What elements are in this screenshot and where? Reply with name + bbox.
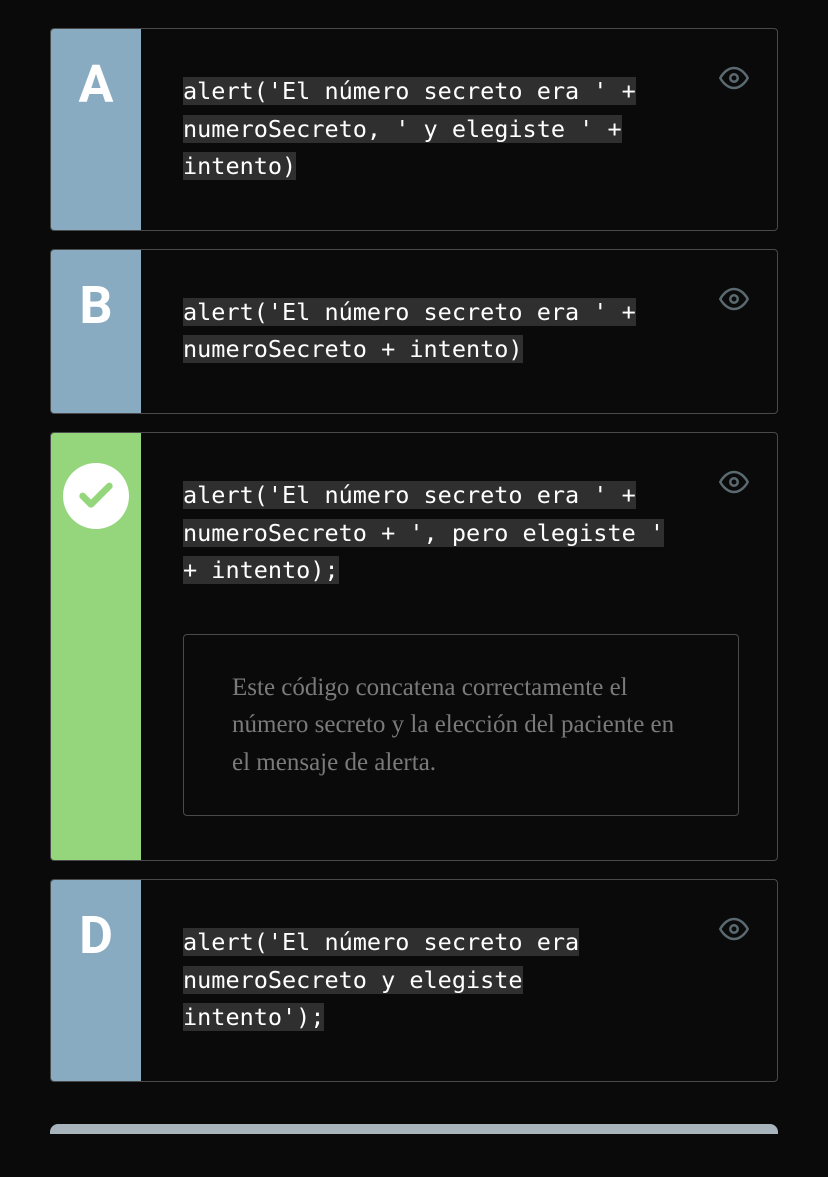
answer-badge-d: D	[51, 880, 141, 1081]
answer-code-d: alert('El número secreto era numeroSecre…	[183, 924, 673, 1037]
badge-letter: A	[79, 59, 114, 111]
answer-code-a: alert('El número secreto era ' + numeroS…	[183, 73, 673, 186]
eye-icon[interactable]	[719, 914, 749, 948]
answer-card-c[interactable]: alert('El número secreto era ' + numeroS…	[50, 432, 778, 861]
answer-content-b: alert('El número secreto era ' + numeroS…	[141, 250, 777, 413]
bottom-bar[interactable]	[50, 1124, 778, 1134]
answer-content-a: alert('El número secreto era ' + numeroS…	[141, 29, 777, 230]
eye-icon[interactable]	[719, 63, 749, 97]
answer-badge-c-correct	[51, 433, 141, 860]
badge-letter: B	[79, 280, 112, 332]
badge-letter: D	[79, 910, 113, 962]
eye-icon[interactable]	[719, 467, 749, 501]
answer-content-d: alert('El número secreto era numeroSecre…	[141, 880, 777, 1081]
eye-icon[interactable]	[719, 284, 749, 318]
answer-code-b: alert('El número secreto era ' + numeroS…	[183, 294, 673, 369]
check-icon	[63, 463, 129, 529]
explanation-text: Este código concatena correctamente el n…	[232, 669, 690, 782]
answer-card-d[interactable]: D alert('El número secreto era numeroSec…	[50, 879, 778, 1082]
answer-badge-a: A	[51, 29, 141, 230]
answer-card-b[interactable]: B alert('El número secreto era ' + numer…	[50, 249, 778, 414]
explanation-box: Este código concatena correctamente el n…	[183, 634, 739, 817]
answer-content-c: alert('El número secreto era ' + numeroS…	[141, 433, 777, 860]
answer-badge-b: B	[51, 250, 141, 413]
answer-code-c: alert('El número secreto era ' + numeroS…	[183, 477, 673, 590]
answer-card-a[interactable]: A alert('El número secreto era ' + numer…	[50, 28, 778, 231]
